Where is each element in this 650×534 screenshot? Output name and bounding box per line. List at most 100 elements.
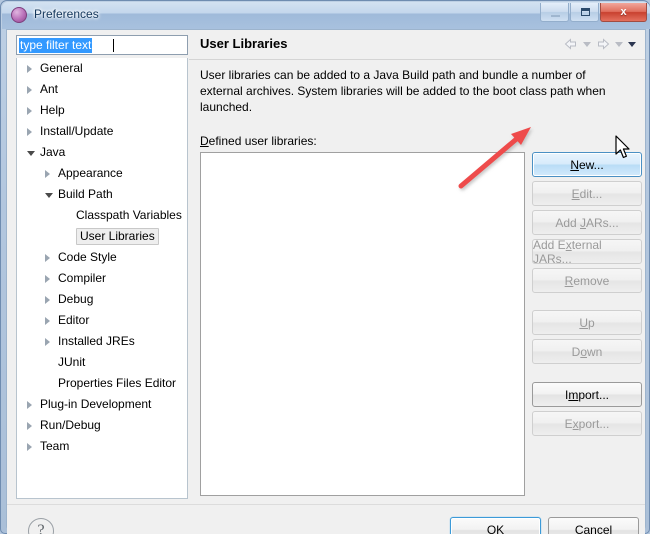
edit-button[interactable]: Edit... [532, 181, 642, 206]
remove-button[interactable]: Remove [532, 268, 642, 293]
tree-item-label: Build Path [58, 187, 113, 201]
tree-item-help[interactable]: Help [17, 100, 187, 121]
side-button-column: New... Edit... Add JARs... Add External … [532, 152, 642, 440]
tree-item-properties-files-editor[interactable]: Properties Files Editor [17, 373, 187, 394]
tree-item-label: JUnit [58, 355, 86, 369]
help-button[interactable]: ? [28, 518, 54, 534]
chevron-right-icon[interactable] [45, 296, 50, 304]
window-title: Preferences [34, 7, 99, 21]
chevron-right-icon[interactable] [27, 65, 32, 73]
chevron-right-icon[interactable] [45, 170, 50, 178]
import-button[interactable]: Import... [532, 382, 642, 407]
chevron-right-icon[interactable] [27, 107, 32, 115]
chevron-right-icon[interactable] [27, 86, 32, 94]
ok-button[interactable]: OK [450, 517, 541, 534]
tree-item-label: Debug [58, 292, 94, 306]
tree-item-java[interactable]: Java [17, 142, 187, 163]
tree-item-installed-jres[interactable]: Installed JREs [17, 331, 187, 352]
up-button[interactable]: Up [532, 310, 642, 335]
tree-item-label: Java [40, 145, 66, 159]
tree-item-install-update[interactable]: Install/Update [17, 121, 187, 142]
minimize-button[interactable] [540, 3, 569, 22]
defined-label-mnemonic: D [200, 134, 209, 148]
tree-item-user-libraries[interactable]: User Libraries [17, 226, 187, 247]
page-description: User libraries can be added to a Java Bu… [200, 68, 606, 114]
new-button-label: New... [570, 157, 604, 172]
preferences-circle-icon [11, 7, 27, 23]
chevron-right-icon[interactable] [27, 401, 32, 409]
chevron-right-icon[interactable] [27, 443, 32, 451]
chevron-right-icon[interactable] [27, 422, 32, 430]
cancel-button-label: Cancel [574, 523, 613, 534]
defined-label-rest: efined user libraries: [208, 134, 317, 148]
back-arrow-icon[interactable] [563, 36, 579, 52]
preference-tree[interactable]: General Ant Help Install/Update Java Appearan… [16, 58, 188, 499]
content-pane: User Libraries User libraries can be add… [189, 30, 645, 500]
chevron-down-icon[interactable] [27, 151, 35, 156]
tree-item-appearance[interactable]: Appearance [17, 163, 187, 184]
chevron-right-icon[interactable] [45, 254, 50, 262]
add-external-jars-button[interactable]: Add External JARs... [532, 237, 642, 266]
tree-item-build-path[interactable]: Build Path [17, 184, 187, 205]
edit-button-label: Edit... [571, 186, 603, 201]
tree-item-label: Properties Files Editor [58, 376, 177, 390]
chevron-right-icon[interactable] [45, 338, 50, 346]
forward-dropdown-caret-icon[interactable] [615, 41, 623, 47]
minimize-icon [551, 15, 560, 17]
tree-item-editor[interactable]: Editor [17, 310, 187, 331]
add-jars-button-label: Add JARs... [555, 215, 619, 230]
tree-item-team[interactable]: Team [17, 436, 187, 457]
chevron-right-icon[interactable] [45, 275, 50, 283]
add-jars-button[interactable]: Add JARs... [532, 210, 642, 235]
back-dropdown-caret-icon[interactable] [583, 41, 591, 47]
tree-item-general[interactable]: General [17, 58, 187, 79]
tree-item-run-debug[interactable]: Run/Debug [17, 415, 187, 436]
tree-item-ant[interactable]: Ant [17, 79, 187, 100]
user-libraries-list[interactable] [200, 152, 525, 496]
tree-item-debug[interactable]: Debug [17, 289, 187, 310]
tree-item-junit[interactable]: JUnit [17, 352, 187, 373]
tree-item-label: Compiler [58, 271, 107, 285]
add-external-jars-button-label: Add External JARs... [533, 237, 602, 266]
export-button[interactable]: Export... [532, 411, 642, 436]
tree-item-label: Team [40, 439, 70, 453]
remove-button-label: Remove [564, 273, 610, 288]
maximize-button[interactable] [570, 3, 599, 22]
tree-item-label: Classpath Variables [76, 208, 182, 222]
close-button[interactable]: x [600, 3, 647, 22]
button-group-separator-1 [532, 297, 642, 310]
ok-button-label: OK [486, 523, 505, 534]
tree-item-label: Installed JREs [58, 334, 135, 348]
tree-item-plug-in-development[interactable]: Plug-in Development [17, 394, 187, 415]
screen: Preferences x type filter text General A… [0, 0, 650, 534]
mouse-cursor [615, 135, 630, 159]
tree-item-label: General [40, 61, 83, 75]
down-button-label: Down [571, 344, 603, 359]
tree-item-label: Run/Debug [40, 418, 101, 432]
tree-item-label: Editor [58, 313, 90, 327]
dialog-body: type filter text General Ant Help Install/U… [7, 30, 645, 534]
tree-item-label: User Libraries [76, 228, 159, 245]
maximize-icon [581, 8, 590, 16]
forward-arrow-icon[interactable] [595, 36, 611, 52]
defined-user-libraries-label: Defined user libraries: [200, 134, 317, 148]
button-group-separator-2 [532, 368, 642, 382]
tree-item-compiler[interactable]: Compiler [17, 268, 187, 289]
close-icon: x [620, 6, 627, 18]
pane-header: User Libraries [189, 30, 645, 60]
view-menu-caret-icon[interactable] [628, 41, 636, 47]
up-button-label: Up [579, 315, 595, 330]
chevron-down-icon[interactable] [45, 193, 53, 198]
text-caret [113, 39, 114, 52]
chevron-right-icon[interactable] [27, 128, 32, 136]
tree-item-label: Appearance [58, 166, 123, 180]
dialog-footer: ? OK Cancel [7, 504, 645, 534]
title-bar[interactable]: Preferences x [2, 2, 650, 29]
tree-item-classpath-variables[interactable]: Classpath Variables [17, 205, 187, 226]
cancel-button[interactable]: Cancel [548, 517, 639, 534]
down-button[interactable]: Down [532, 339, 642, 364]
tree-item-code-style[interactable]: Code Style [17, 247, 187, 268]
tree-item-label: Plug-in Development [40, 397, 152, 411]
filter-input[interactable]: type filter text [16, 35, 188, 55]
chevron-right-icon[interactable] [45, 317, 50, 325]
